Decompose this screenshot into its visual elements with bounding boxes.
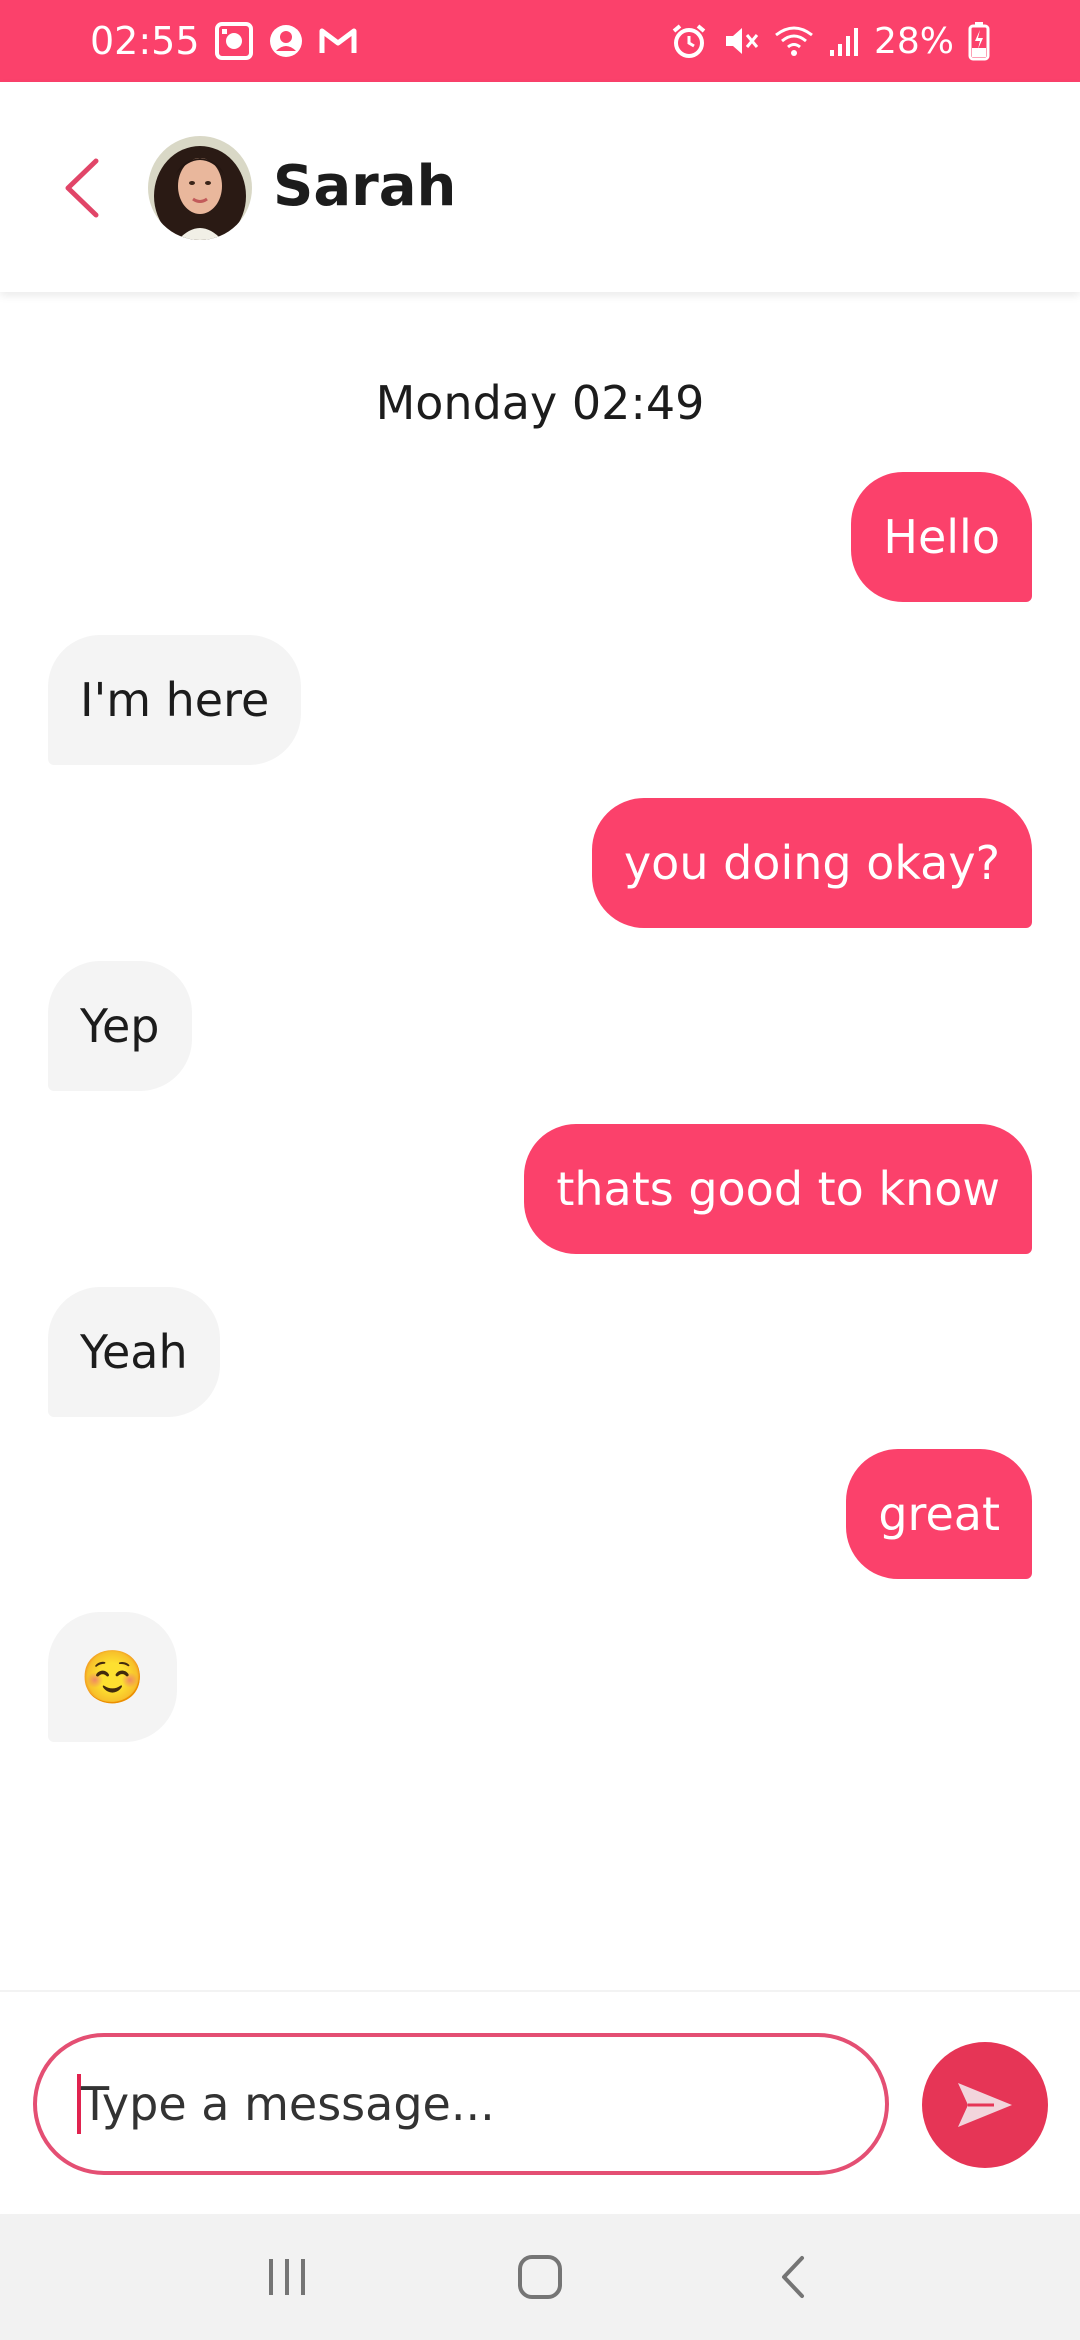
message-bubble-outgoing[interactable]: Hello (851, 472, 1032, 602)
chat-messages[interactable]: Monday 02:49 Hello I'm here you doing ok… (0, 292, 1080, 1990)
screen-record-icon (214, 21, 254, 61)
contact-name[interactable]: Sarah (273, 154, 456, 219)
message-bubble-outgoing[interactable]: great (846, 1449, 1032, 1579)
chevron-left-icon (65, 158, 99, 218)
account-icon (268, 23, 304, 59)
status-bar-left: 02:55 (90, 19, 358, 63)
chat-header: Sarah (0, 82, 1080, 292)
message-bubble-outgoing[interactable]: thats good to know (524, 1124, 1032, 1254)
send-button[interactable] (922, 2042, 1048, 2168)
send-icon (958, 2083, 1012, 2127)
mute-icon (722, 22, 760, 60)
gmail-icon (318, 25, 358, 57)
message-bubble-outgoing[interactable]: you doing okay? (591, 798, 1032, 928)
avatar[interactable] (148, 136, 252, 240)
back-button[interactable] (56, 157, 108, 219)
status-bar: 02:55 28% (0, 0, 1080, 82)
recent-apps-icon[interactable] (242, 2232, 332, 2322)
signal-icon (828, 24, 860, 58)
status-bar-right: 28% (670, 21, 990, 62)
message-bubble-incoming[interactable]: Yep (48, 961, 192, 1091)
chat-timestamp: Monday 02:49 (375, 376, 705, 430)
status-time: 02:55 (90, 19, 200, 63)
message-composer: Type a message... (0, 1990, 1080, 2214)
battery-charging-icon (968, 21, 990, 61)
message-bubble-incoming[interactable]: Yeah (48, 1287, 220, 1417)
message-bubble-incoming[interactable]: I'm here (48, 635, 302, 765)
message-input-placeholder: Type a message... (81, 2077, 495, 2131)
message-bubble-incoming[interactable]: ☺️ (48, 1612, 177, 1742)
message-input[interactable]: Type a message... (33, 2033, 889, 2175)
system-navigation-bar (0, 2214, 1080, 2340)
alarm-icon (670, 22, 708, 60)
battery-percentage: 28% (873, 20, 954, 62)
home-icon[interactable] (495, 2232, 585, 2322)
wifi-icon (774, 23, 814, 59)
back-icon[interactable] (748, 2232, 838, 2322)
